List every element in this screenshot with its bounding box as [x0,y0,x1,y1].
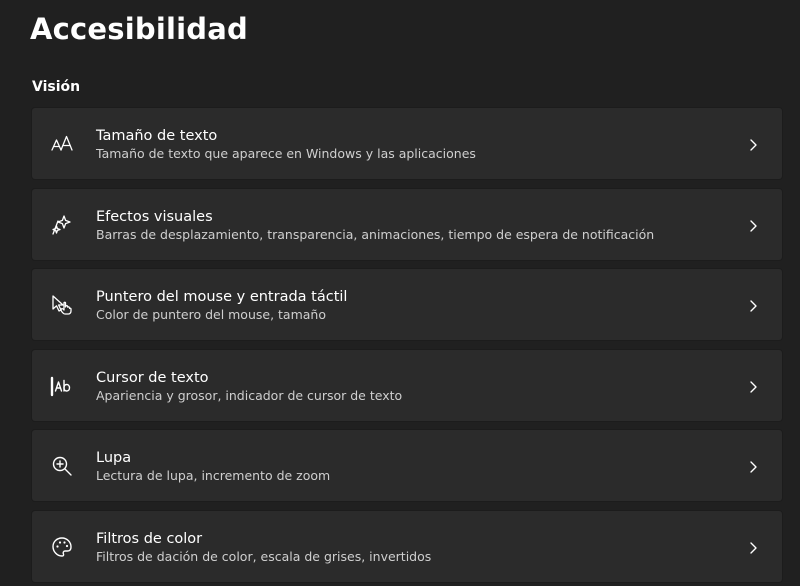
setting-mouse-pointer-touch[interactable]: Puntero del mouse y entrada táctil Color… [31,268,783,341]
palette-icon [50,535,74,559]
setting-visual-effects[interactable]: Efectos visuales Barras de desplazamient… [31,187,783,261]
chevron-right-icon [746,137,760,151]
setting-description: Lectura de lupa, incremento de zoom [96,468,331,483]
setting-text-cursor[interactable]: Cursor de texto Apariencia y grosor, ind… [31,348,783,422]
chevron-right-icon [746,459,760,473]
setting-label: Filtros de color [96,530,203,547]
chevron-right-icon [746,298,760,312]
setting-magnifier[interactable]: Lupa Lectura de lupa, incremento de zoom [31,429,783,502]
setting-label: Lupa [96,450,132,466]
setting-label: Cursor de texto [96,369,209,386]
magnifier-icon [50,454,74,478]
sparkle-icon [50,213,74,237]
page-title: Accesibilidad [30,12,248,46]
setting-description: Tamaño de texto que aparece en Windows y… [96,146,476,161]
mouse-pointer-touch-icon [50,293,74,317]
chevron-right-icon [746,540,760,554]
setting-description: Barras de desplazamiento, transparencia,… [96,226,655,242]
setting-description: Color de puntero del mouse, tamaño [96,307,326,322]
setting-color-filters[interactable]: Filtros de color Filtros de dación de co… [31,509,783,583]
setting-label: Tamaño de texto [96,128,218,144]
setting-description: Apariencia y grosor, indicador de cursor… [96,387,403,403]
section-title-vision: Visión [32,79,81,95]
setting-label: Puntero del mouse y entrada táctil [96,289,348,305]
setting-text-size[interactable]: Tamaño de texto Tamaño de texto que apar… [31,107,783,180]
accessibility-settings-page: Accesibilidad Visión Tamaño de texto Tam… [0,0,800,586]
chevron-right-icon [746,218,760,232]
setting-label: Efectos visuales [96,208,213,225]
setting-description: Filtros de dación de color, escala de gr… [96,548,432,564]
vision-settings-list: Tamaño de texto Tamaño de texto que apar… [31,107,783,586]
chevron-right-icon [746,379,760,393]
text-size-icon [50,132,74,156]
text-cursor-icon [50,374,74,398]
